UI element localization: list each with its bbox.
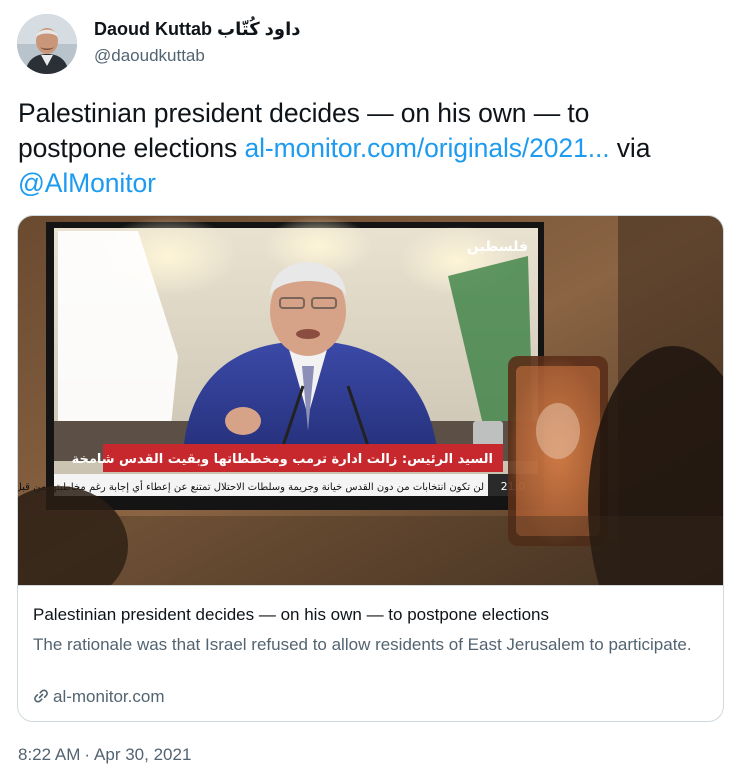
link-icon (34, 689, 48, 703)
tweet-article-link[interactable]: al-monitor.com/originals/2021... (244, 133, 609, 163)
tweet: Daoud Kuttab داود كُتّاب @daoudkuttab Pa… (0, 0, 745, 782)
author-handle[interactable]: @daoudkuttab (94, 46, 205, 66)
author-display-name[interactable]: Daoud Kuttab داود كُتّاب (94, 19, 301, 40)
card-title[interactable]: Palestinian president decides — on his o… (33, 605, 549, 625)
tv-ticker-text: لن تكون انتخابات من دون القدس خيانة وجري… (18, 480, 484, 493)
tweet-mention-link[interactable]: @AlMonitor (18, 168, 156, 198)
author-display-name-arabic: داود كُتّاب (217, 19, 301, 39)
card-domain-text: al-monitor.com (53, 687, 165, 706)
tweet-text-line-2: postpone elections (18, 133, 245, 163)
card-description: The rationale was that Israel refused to… (33, 635, 692, 654)
tv-caption-text: السيد الرئيس: زالت ادارة ترمب ومخططاتها … (72, 452, 493, 467)
tweet-via-text: via (609, 133, 651, 163)
person-avatar-icon (17, 14, 77, 74)
tweet-timestamp[interactable]: 8:22 AM · Apr 30, 2021 (18, 745, 191, 765)
author-avatar[interactable] (17, 14, 77, 74)
link-preview-card[interactable]: فلسطين السيد الرئيس: زالت ادارة ترمب ومخ… (17, 215, 724, 722)
tv-broadcast-photo-icon: فلسطين السيد الرئيس: زالت ادارة ترمب ومخ… (18, 216, 723, 585)
card-domain[interactable]: al-monitor.com (33, 687, 164, 707)
timestamp-separator: · (84, 745, 91, 764)
tweet-date: Apr 30, 2021 (94, 745, 192, 764)
tweet-text: Palestinian president decides — on his o… (18, 96, 738, 201)
card-image[interactable]: فلسطين السيد الرئيس: زالت ادارة ترمب ومخ… (18, 216, 723, 585)
tweet-text-line-1: Palestinian president decides — on his o… (18, 98, 590, 128)
tv-logo-text: فلسطين (467, 239, 528, 255)
card-meta[interactable]: Palestinian president decides — on his o… (18, 585, 723, 721)
tweet-time: 8:22 AM (18, 745, 81, 764)
